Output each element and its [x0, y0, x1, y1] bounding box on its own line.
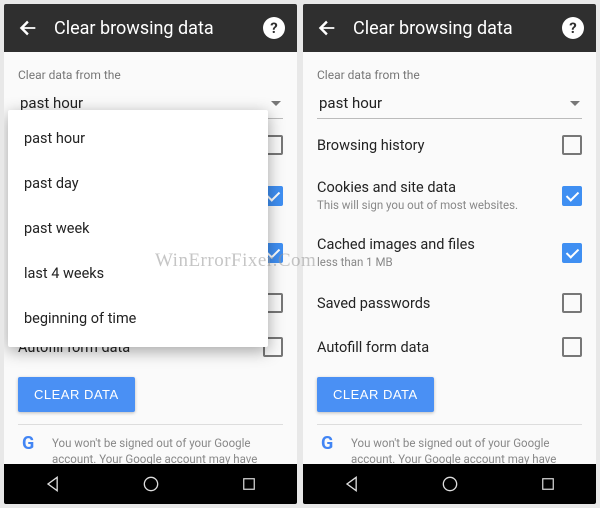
- content-area: Clear data from the past hour Browsing h…: [4, 52, 297, 464]
- chevron-down-icon: [271, 101, 281, 106]
- nav-home-icon[interactable]: [141, 474, 161, 494]
- item-browsing-history: Browsing history: [317, 123, 582, 167]
- help-button[interactable]: ?: [562, 17, 584, 39]
- page-title: Clear browsing data: [343, 18, 562, 39]
- option-past-week[interactable]: past week: [8, 206, 268, 251]
- android-nav-bar: [4, 464, 297, 504]
- time-range-popup: past hour past day past week last 4 week…: [8, 110, 268, 347]
- footer-note: G You won't be signed out of your Google…: [317, 424, 582, 464]
- screenshot-pair: Clear browsing data ? Clear data from th…: [0, 0, 600, 508]
- option-past-day[interactable]: past day: [8, 161, 268, 206]
- item-autofill: Autofill form data: [317, 325, 582, 369]
- dropdown-value: past hour: [319, 94, 570, 112]
- item-label: Cookies and site data: [317, 179, 562, 196]
- time-range-dropdown[interactable]: past hour: [317, 86, 582, 119]
- item-sublabel: This will sign you out of most websites.: [317, 198, 562, 212]
- arrow-left-icon: [17, 17, 39, 39]
- option-past-hour[interactable]: past hour: [8, 116, 268, 161]
- item-label: Browsing history: [317, 137, 562, 154]
- item-label: Saved passwords: [317, 295, 562, 312]
- app-bar: Clear browsing data ?: [303, 4, 596, 52]
- page-title: Clear browsing data: [44, 18, 263, 39]
- back-button[interactable]: [12, 12, 44, 44]
- time-range-hint: Clear data from the: [18, 68, 283, 82]
- footer-note: G You won't be signed out of your Google…: [18, 424, 283, 464]
- checkbox-cache[interactable]: [562, 243, 582, 263]
- google-logo-icon: G: [321, 435, 341, 455]
- nav-back-icon[interactable]: [342, 474, 362, 494]
- time-range-hint: Clear data from the: [317, 68, 582, 82]
- item-sublabel: less than 1 MB: [317, 255, 562, 269]
- footer-text: You won't be signed out of your Google a…: [52, 435, 279, 464]
- arrow-left-icon: [316, 17, 338, 39]
- nav-recent-icon[interactable]: [240, 475, 258, 493]
- content-area: Clear data from the past hour Browsing h…: [303, 52, 596, 464]
- checkbox-browsing-history[interactable]: [562, 135, 582, 155]
- back-button[interactable]: [311, 12, 343, 44]
- item-passwords: Saved passwords: [317, 281, 582, 325]
- clear-data-button[interactable]: CLEAR DATA: [18, 377, 135, 412]
- nav-back-icon[interactable]: [43, 474, 63, 494]
- footer-text: You won't be signed out of your Google a…: [351, 435, 578, 464]
- clear-data-button[interactable]: CLEAR DATA: [317, 377, 434, 412]
- item-cache: Cached images and files less than 1 MB: [317, 224, 582, 281]
- google-logo-icon: G: [22, 435, 42, 455]
- item-label: Cached images and files: [317, 236, 562, 253]
- nav-home-icon[interactable]: [440, 474, 460, 494]
- checkbox-passwords[interactable]: [562, 293, 582, 313]
- app-bar: Clear browsing data ?: [4, 4, 297, 52]
- checkbox-autofill[interactable]: [562, 337, 582, 357]
- help-button[interactable]: ?: [263, 17, 285, 39]
- phone-left: Clear browsing data ? Clear data from th…: [4, 4, 297, 504]
- item-cookies: Cookies and site data This will sign you …: [317, 167, 582, 224]
- nav-recent-icon[interactable]: [539, 475, 557, 493]
- option-beginning-of-time[interactable]: beginning of time: [8, 296, 268, 341]
- item-label: Autofill form data: [317, 339, 562, 356]
- chevron-down-icon: [570, 101, 580, 106]
- phone-right: Clear browsing data ? Clear data from th…: [303, 4, 596, 504]
- checkbox-cookies[interactable]: [562, 186, 582, 206]
- option-last-4-weeks[interactable]: last 4 weeks: [8, 251, 268, 296]
- android-nav-bar: [303, 464, 596, 504]
